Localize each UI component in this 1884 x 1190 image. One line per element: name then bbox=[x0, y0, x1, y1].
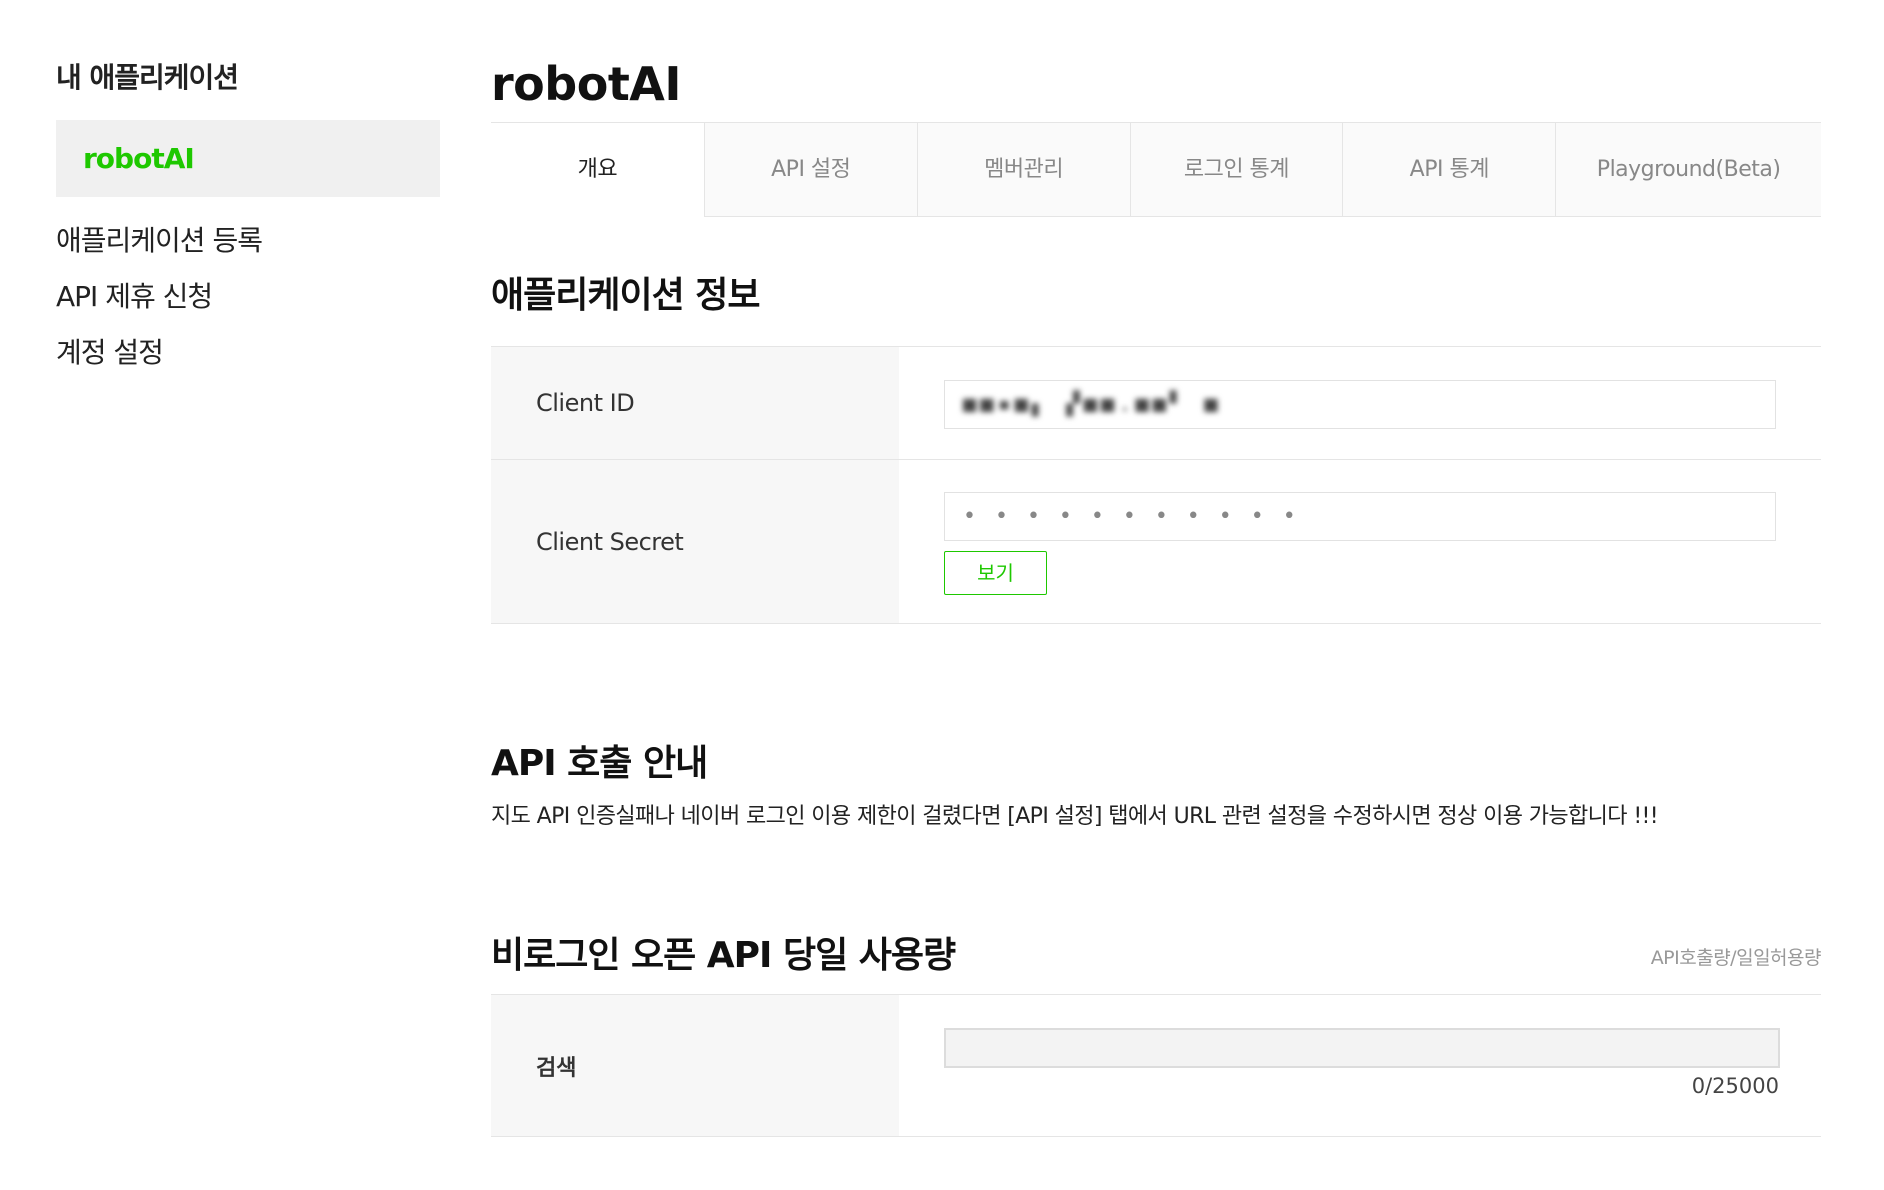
page-title: robotAI bbox=[491, 57, 682, 111]
client-secret-row: Client Secret • • • • • • • • • • • 보기 bbox=[491, 460, 1821, 624]
show-secret-button[interactable]: 보기 bbox=[944, 551, 1047, 595]
client-secret-field[interactable]: • • • • • • • • • • • bbox=[944, 492, 1776, 541]
usage-row-search: 검색 0/25000 bbox=[491, 995, 1821, 1137]
usage-progress-bar bbox=[944, 1028, 1780, 1068]
sidebar-item-account-settings[interactable]: 계정 설정 bbox=[56, 325, 440, 381]
client-id-field[interactable]: ■■▪■▖ ▞■■.■■▘ ■ bbox=[944, 380, 1776, 429]
client-secret-cell: • • • • • • • • • • • 보기 bbox=[899, 460, 1821, 623]
main-content: robotAI 개요 API 설정 멤버관리 로그인 통계 API 통계 Pla… bbox=[491, 48, 1822, 1137]
tab-playground[interactable]: Playground(Beta) bbox=[1555, 123, 1822, 217]
client-id-cell: ■■▪■▖ ▞■■.■■▘ ■ bbox=[899, 347, 1821, 459]
tab-overview[interactable]: 개요 bbox=[491, 123, 704, 217]
sidebar-item-register-app[interactable]: 애플리케이션 등록 bbox=[56, 213, 440, 269]
client-id-label: Client ID bbox=[491, 347, 899, 459]
sidebar-item-robotai[interactable]: robotAI bbox=[56, 120, 440, 197]
tab-api-statistics[interactable]: API 통계 bbox=[1342, 123, 1556, 217]
tab-member-management[interactable]: 멤버관리 bbox=[916, 123, 1130, 217]
tab-bar: 개요 API 설정 멤버관리 로그인 통계 API 통계 Playground(… bbox=[491, 122, 1822, 217]
usage-table: 검색 0/25000 bbox=[491, 994, 1821, 1137]
usage-hint: API호출량/일일허용량 bbox=[1650, 947, 1822, 969]
page: 내 애플리케이션 robotAI 애플리케이션 등록 API 제휴 신청 계정 … bbox=[0, 0, 1884, 1190]
usage-count: 0/25000 bbox=[1691, 1074, 1779, 1098]
app-info-table: Client ID ■■▪■▖ ▞■■.■■▘ ■ Client Secret … bbox=[491, 346, 1821, 624]
client-id-value: ■■▪■▖ ▞■■.■■▘ ■ bbox=[963, 392, 1222, 417]
tab-api-settings[interactable]: API 설정 bbox=[703, 123, 917, 217]
sidebar-item-api-partnership[interactable]: API 제휴 신청 bbox=[56, 269, 440, 325]
api-notice-heading: API 호출 안내 bbox=[491, 743, 708, 784]
sidebar: 내 애플리케이션 robotAI 애플리케이션 등록 API 제휴 신청 계정 … bbox=[56, 56, 440, 381]
client-id-row: Client ID ■■▪■▖ ▞■■.■■▘ ■ bbox=[491, 347, 1821, 460]
usage-label-search: 검색 bbox=[491, 995, 899, 1136]
sidebar-links: 애플리케이션 등록 API 제휴 신청 계정 설정 bbox=[56, 213, 440, 381]
app-info-heading: 애플리케이션 정보 bbox=[491, 275, 761, 316]
api-notice-text: 지도 API 인증실패나 네이버 로그인 이용 제한이 걸렸다면 [API 설정… bbox=[491, 804, 1659, 829]
tab-login-statistics[interactable]: 로그인 통계 bbox=[1129, 123, 1343, 217]
usage-header: 비로그인 오픈 API 당일 사용량 API호출량/일일허용량 bbox=[491, 924, 1822, 980]
client-secret-label: Client Secret bbox=[491, 460, 899, 623]
sidebar-title: 내 애플리케이션 bbox=[56, 61, 239, 94]
usage-heading: 비로그인 오픈 API 당일 사용량 bbox=[491, 935, 956, 976]
usage-cell-search: 0/25000 bbox=[899, 995, 1821, 1136]
